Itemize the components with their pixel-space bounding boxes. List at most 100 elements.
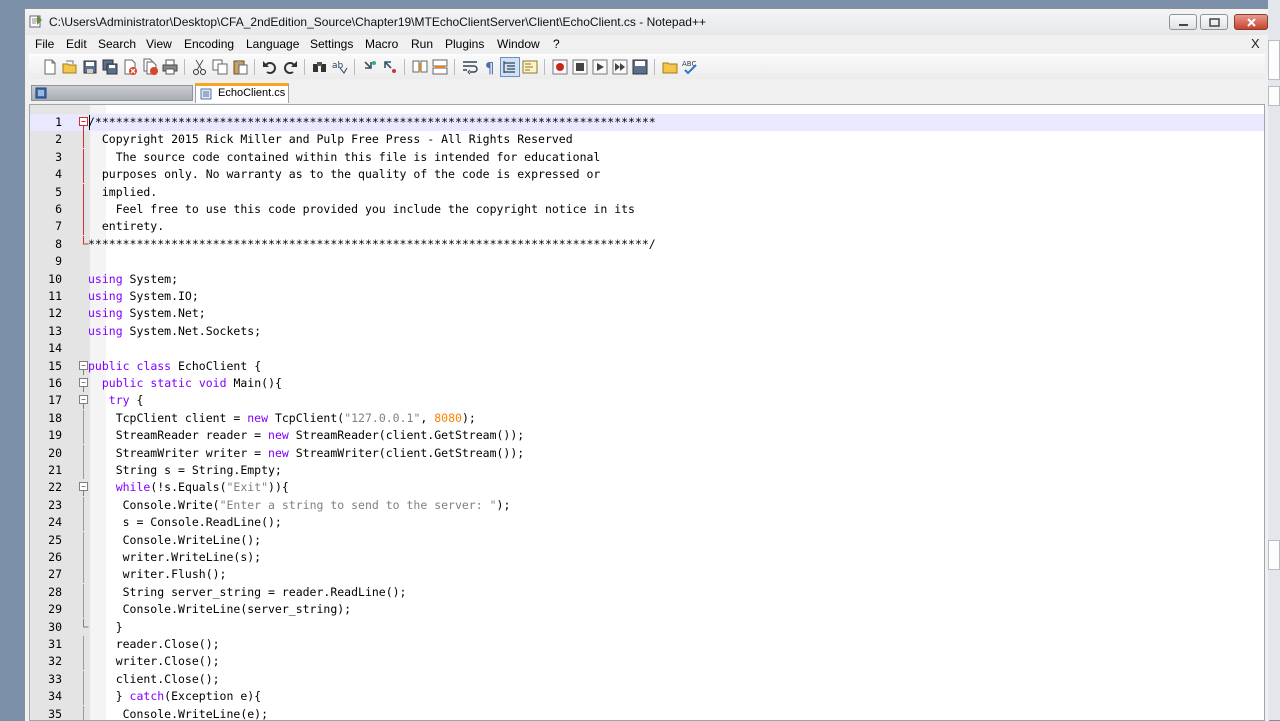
close-icon[interactable] [121,58,139,76]
save-all-icon[interactable] [101,58,119,76]
word-wrap-icon[interactable] [461,58,479,76]
save-icon[interactable] [81,58,99,76]
menu-plugins[interactable]: Plugins [445,37,484,51]
code-line[interactable]: 14 [30,340,1264,357]
record-macro-icon[interactable] [551,58,569,76]
code-line[interactable]: 30 } [30,618,1264,636]
play-macro-icon[interactable] [591,58,609,76]
undo-icon[interactable] [261,58,279,76]
line-number: 19 [48,428,62,443]
line-number: 25 [48,532,62,547]
sync-vertical-icon[interactable] [411,58,429,76]
code-editor[interactable]: 1 /**************************************… [29,104,1265,721]
code-line[interactable]: 33 client.Close(); [30,670,1264,688]
code-line[interactable]: 32 writer.Close(); [30,653,1264,671]
title-bar[interactable]: C:\Users\Administrator\Desktop\CFA_2ndEd… [25,9,1269,35]
code-line[interactable]: 34 } catch(Exception e){ [30,688,1264,706]
code-line[interactable]: 16 public static void Main(){ [30,375,1264,392]
code-line[interactable]: 27 writer.Flush(); [30,566,1264,584]
code-line[interactable]: 23 Console.Write("Enter a string to send… [30,496,1264,514]
sync-horizontal-icon[interactable] [431,58,449,76]
paste-icon[interactable] [231,58,249,76]
zoom-in-icon[interactable] [361,58,379,76]
line-number: 22 [48,480,62,495]
code-line[interactable]: 20 StreamWriter writer = new StreamWrite… [30,444,1264,462]
code-text: String server_string = reader.ReadLine()… [88,584,407,599]
menu-help[interactable]: ? [553,37,560,51]
redo-icon[interactable] [281,58,299,76]
code-line[interactable]: 5 implied. [30,183,1264,201]
close-all-icon[interactable] [141,58,159,76]
close-window-button[interactable] [1234,14,1268,30]
menu-search[interactable]: Search [98,37,136,51]
doc-map-icon[interactable] [521,58,539,76]
code-line[interactable]: 7 entirety. [30,218,1264,236]
minimize-button[interactable] [1169,14,1197,30]
code-text: ****************************************… [88,236,656,251]
tab-echoclient[interactable]: EchoClient.cs [195,83,289,103]
maximize-button[interactable] [1200,14,1228,30]
code-line[interactable]: 4 purposes only. No warranty as to the q… [30,166,1264,184]
print-icon[interactable] [161,58,179,76]
code-line[interactable]: 29 Console.WriteLine(server_string); [30,601,1264,619]
fold-line-marker [78,253,90,270]
code-line[interactable]: 26 writer.WriteLine(s); [30,549,1264,566]
code-line[interactable]: 15 public class EchoClient { [30,358,1264,375]
menu-run[interactable]: Run [411,37,433,51]
line-number: 12 [48,306,62,321]
folder-workspace-icon[interactable] [661,58,679,76]
code-line[interactable]: 22 while(!s.Equals("Exit")){ [30,479,1264,497]
line-number: 18 [48,410,62,425]
menu-language[interactable]: Language [246,37,299,51]
code-line[interactable]: 18 TcpClient client = new TcpClient("127… [30,409,1264,427]
code-line[interactable]: 13 using System.Net.Sockets; [30,323,1264,340]
show-all-chars-icon[interactable]: ¶ [481,58,499,76]
code-area[interactable]: 1 /**************************************… [30,105,1264,720]
tab-inactive[interactable] [31,85,193,101]
save-macro-icon[interactable] [631,58,649,76]
menu-window[interactable]: Window [497,37,540,51]
stop-record-icon[interactable] [571,58,589,76]
run-macro-multiple-icon[interactable] [611,58,629,76]
code-line[interactable]: 8 ***************************************… [30,235,1264,253]
menu-view[interactable]: View [146,37,172,51]
code-line[interactable]: 24 s = Console.ReadLine(); [30,514,1264,532]
menu-encoding[interactable]: Encoding [184,37,234,51]
code-line[interactable]: 35 Console.WriteLine(e); [30,705,1264,720]
code-text: public class EchoClient { [88,358,262,373]
code-line[interactable]: 3 The source code contained within this … [30,148,1264,166]
code-line[interactable]: 21 String s = String.Empty; [30,462,1264,479]
code-line[interactable]: 1 /**************************************… [30,114,1264,131]
cut-icon[interactable] [191,58,209,76]
code-line[interactable]: 28 String server_string = reader.ReadLin… [30,583,1264,601]
code-text: String s = String.Empty; [88,463,282,477]
line-number: 23 [48,497,62,512]
menu-edit[interactable]: Edit [66,37,87,51]
find-icon[interactable] [311,58,329,76]
code-line[interactable]: 25 Console.WriteLine(); [30,531,1264,549]
menu-file[interactable]: File [35,37,54,51]
code-line[interactable]: 19 StreamReader reader = new StreamReade… [30,427,1264,445]
spellcheck-icon[interactable]: ABC [681,58,699,76]
indent-guide-icon[interactable] [500,57,520,77]
toolbar-separator [254,59,255,75]
code-line[interactable]: 12 using System.Net; [30,305,1264,322]
close-document-button[interactable]: X [1251,36,1260,51]
copy-icon[interactable] [211,58,229,76]
code-line[interactable]: 11 using System.IO; [30,288,1264,305]
code-line[interactable]: 17 try { [30,392,1264,410]
code-line[interactable]: 9 [30,253,1264,270]
new-file-icon[interactable] [41,58,59,76]
menu-settings[interactable]: Settings [310,37,353,51]
code-line[interactable]: 10 using System; [30,271,1264,288]
menu-macro[interactable]: Macro [365,37,398,51]
code-text: TcpClient client = new TcpClient("127.0.… [88,410,476,425]
open-file-icon[interactable] [61,58,79,76]
replace-icon[interactable]: ab [331,58,349,76]
code-line[interactable]: 6 Feel free to use this code provided yo… [30,201,1264,218]
code-line[interactable]: 31 reader.Close(); [30,636,1264,653]
toolbar-separator [654,59,655,75]
zoom-out-icon[interactable] [381,58,399,76]
line-number: 8 [55,236,62,251]
code-line[interactable]: 2 Copyright 2015 Rick Miller and Pulp Fr… [30,131,1264,149]
